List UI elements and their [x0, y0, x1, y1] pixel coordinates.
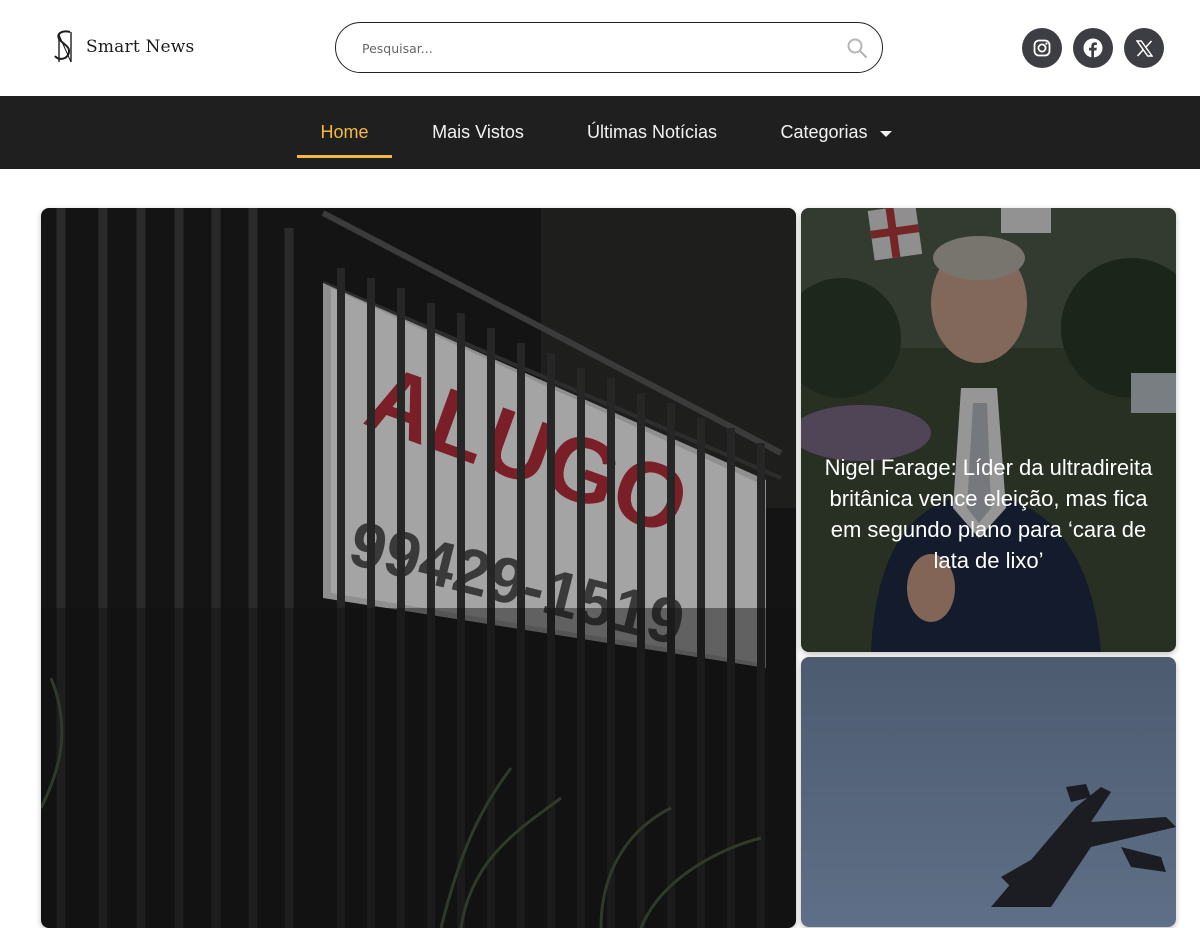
chevron-down-icon	[879, 130, 892, 137]
featured-article-card[interactable]: ALUGO 99429-1519	[41, 208, 796, 928]
logo-text: Smart News	[86, 37, 195, 57]
article-card[interactable]	[801, 657, 1176, 927]
nav-item-label: Mais Vistos	[432, 122, 524, 142]
site-logo[interactable]: Smart News	[52, 29, 194, 65]
nav-item-label: Últimas Notícias	[586, 122, 718, 142]
search-bar[interactable]	[335, 22, 883, 73]
facebook-icon	[1083, 38, 1103, 58]
instagram-link[interactable]	[1022, 28, 1062, 68]
social-links	[1022, 28, 1164, 68]
article-image: ALUGO 99429-1519	[41, 208, 796, 928]
logo-monogram-icon	[54, 30, 72, 63]
article-image	[801, 657, 1176, 927]
x-link[interactable]	[1124, 28, 1164, 68]
main-navigation: Home Mais Vistos Últimas Notícias Catego…	[0, 96, 1200, 169]
nav-active-indicator	[297, 155, 392, 158]
site-header: Smart News	[0, 0, 1200, 96]
search-input[interactable]	[362, 37, 822, 59]
instagram-icon	[1033, 39, 1051, 57]
nav-item-home[interactable]: Home	[297, 96, 392, 169]
nav-item-label: Categorias	[780, 122, 868, 142]
article-card[interactable]: Nigel Farage: Líder da ultradireita brit…	[801, 208, 1176, 652]
article-title[interactable]: Nigel Farage: Líder da ultradireita brit…	[821, 452, 1156, 576]
x-icon	[1135, 39, 1153, 57]
article-image	[801, 208, 1176, 652]
nav-item-ultimas-noticias[interactable]: Últimas Notícias	[568, 96, 736, 169]
facebook-link[interactable]	[1073, 28, 1113, 68]
nav-item-categorias[interactable]: Categorias	[766, 96, 906, 169]
search-icon[interactable]	[846, 37, 868, 59]
nav-item-mais-vistos[interactable]: Mais Vistos	[414, 96, 542, 169]
nav-item-label: Home	[320, 122, 369, 142]
